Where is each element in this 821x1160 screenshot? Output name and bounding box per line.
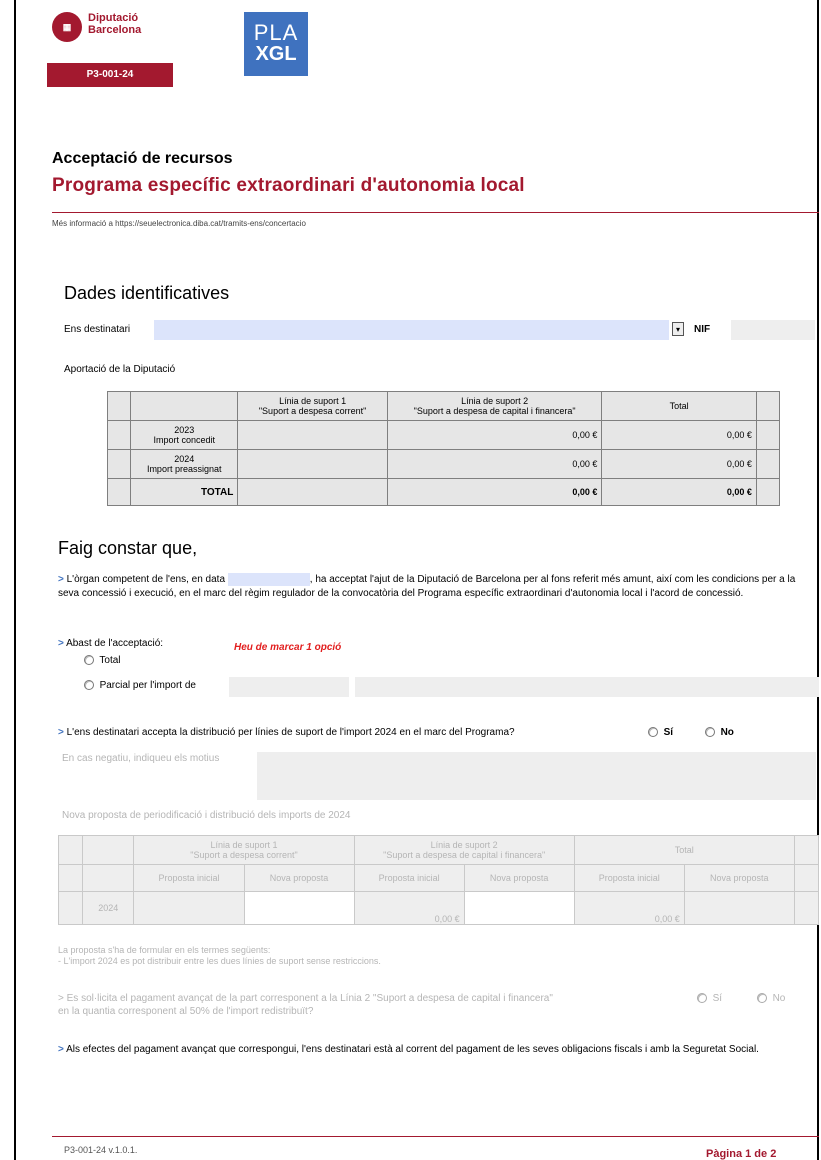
radio-icon[interactable] (697, 993, 707, 1004)
distribution-question: > L'ens destinatari accepta la distribuc… (58, 727, 515, 738)
total-l2: 0,00 € (386, 478, 603, 506)
info-link[interactable]: Més informació a https://seuelectronica.… (52, 219, 306, 228)
acceptance-paragraph: > L'òrgan competent de l'ens, en data , … (58, 573, 796, 600)
distribution-yes[interactable]: Sí (648, 727, 673, 738)
footer-divider (52, 1136, 819, 1137)
page-title: Acceptació de recursos (52, 150, 233, 167)
cell-l2: 0,00 € (386, 420, 603, 450)
error-message: Heu de marcar 1 opció (234, 642, 342, 653)
row-label: 2023 Import concedit (130, 420, 239, 450)
ens-label: Ens destinatari (64, 324, 131, 335)
proposal-new-total: Nova proposta (683, 864, 795, 892)
diputacio-logo-text: Diputació Barcelona (88, 12, 141, 36)
proposal-new-l2: Nova proposta (463, 864, 575, 892)
section-heading-identification: Dades identificatives (64, 283, 230, 303)
distribution-no[interactable]: No (705, 727, 734, 738)
table-row: 2024 0,00 € 0,00 € (57, 891, 820, 925)
diputacio-logo-icon: ▦ (52, 12, 82, 42)
advance-yes[interactable]: Sí (697, 993, 722, 1004)
header-line2: Línia de suport 2 "Suport a despesa de ca… (386, 391, 603, 421)
nif-label: NIF (694, 324, 711, 335)
pla-line2: XGL (255, 43, 297, 65)
logo-line2: Barcelona (88, 24, 142, 36)
proposal-notes: La proposta s'ha de formular en els term… (58, 945, 381, 967)
logo-line1: Diputació (88, 12, 139, 24)
table-total-row: TOTAL 0,00 € 0,00 € (106, 478, 781, 506)
section-heading-declaration: Faig constar que, (58, 538, 198, 558)
table-row: 2024 Import preassignat 0,00 € 0,00 € (106, 449, 781, 479)
header-line1: Línia de suport 1 "Suport a despesa corre… (237, 391, 388, 421)
proposal-initial-l1: Proposta inicial (133, 864, 245, 892)
page-subtitle: Programa específic extraordinari d'auton… (52, 175, 525, 196)
table-corner (106, 391, 132, 421)
negative-reasons-label: En cas negatiu, indiqueu els motius (62, 753, 220, 764)
pla-xgl-logo: PLA XGL (244, 12, 308, 76)
proposal-table: Línia de suport 1 "Suport a despesa corre… (57, 835, 820, 925)
option-partial[interactable]: Parcial per l'import de (84, 680, 196, 691)
proposal-new-l1: Nova proposta (243, 864, 355, 892)
nif-field[interactable] (731, 320, 815, 340)
radio-icon[interactable] (84, 680, 94, 691)
option-total[interactable]: Total (84, 655, 121, 666)
proposal-cell-new-total (683, 891, 795, 925)
note-line1: La proposta s'ha de formular en els term… (58, 945, 271, 955)
radio-icon[interactable] (757, 993, 767, 1004)
fiscal-paragraph: > Als efectes del pagament avançat que c… (58, 1044, 759, 1055)
cell-total: 0,00 € (601, 449, 757, 479)
contribution-table: Línia de suport 1 "Suport a despesa corre… (106, 391, 781, 506)
cell-total: 0,00 € (601, 420, 757, 450)
advance-question: > Es sol·licita el pagament avançat de l… (58, 993, 553, 1017)
contribution-label: Aportació de la Diputació (64, 364, 176, 375)
footer-version: P3-001-24 v.1.0.1. (64, 1145, 138, 1155)
table-row: 2023 Import concedit 0,00 € 0,00 € (106, 420, 781, 450)
table-edge (755, 391, 781, 421)
total-l1 (237, 478, 388, 506)
cell-l1 (237, 449, 388, 479)
partial-amount-field[interactable] (229, 677, 349, 697)
negative-reasons-field[interactable] (257, 752, 816, 800)
proposal-header-l2: Línia de suport 2 "Suport a despesa de ca… (353, 835, 575, 865)
title-divider (52, 212, 819, 213)
total-total: 0,00 € (601, 478, 757, 506)
proposal-initial-total: Proposta inicial (573, 864, 685, 892)
radio-icon[interactable] (705, 727, 715, 738)
radio-icon[interactable] (648, 727, 658, 738)
partial-amount-text-field[interactable] (355, 677, 819, 697)
row-label: 2024 Import preassignat (130, 449, 239, 479)
proposal-header-l1: Línia de suport 1 "Suport a despesa corre… (133, 835, 355, 865)
proposal-header-total: Total (573, 835, 795, 865)
proposal-cell-initial-l1 (133, 891, 245, 925)
radio-icon[interactable] (84, 655, 94, 666)
table-header-empty (130, 391, 239, 421)
pla-line1: PLA (253, 20, 299, 45)
acceptance-date-field[interactable] (227, 573, 310, 586)
new-proposal-title: Nova proposta de periodificació i distri… (62, 810, 351, 821)
dropdown-arrow-icon[interactable]: ▾ (672, 322, 684, 336)
header-total: Total (601, 391, 757, 421)
cell-l1 (237, 420, 388, 450)
proposal-cell-initial-total: 0,00 € (573, 891, 685, 925)
scope-label: > Abast de l'acceptació: (58, 638, 164, 649)
proposal-input-new-l2[interactable] (463, 891, 575, 925)
proposal-row-year: 2024 (82, 891, 135, 925)
proposal-initial-l2: Proposta inicial (353, 864, 465, 892)
proposal-input-new-l1[interactable] (243, 891, 355, 925)
proposal-cell-initial-l2: 0,00 € (353, 891, 465, 925)
total-label: TOTAL (130, 478, 239, 506)
footer-page-number: Pàgina 1 de 2 (706, 1148, 777, 1160)
advance-no[interactable]: No (757, 993, 785, 1004)
cell-l2: 0,00 € (386, 449, 603, 479)
note-line2: - L'import 2024 es pot distribuir entre … (58, 956, 381, 966)
form-code-badge: P3-001-24 (47, 63, 173, 87)
ens-select[interactable] (154, 320, 669, 340)
